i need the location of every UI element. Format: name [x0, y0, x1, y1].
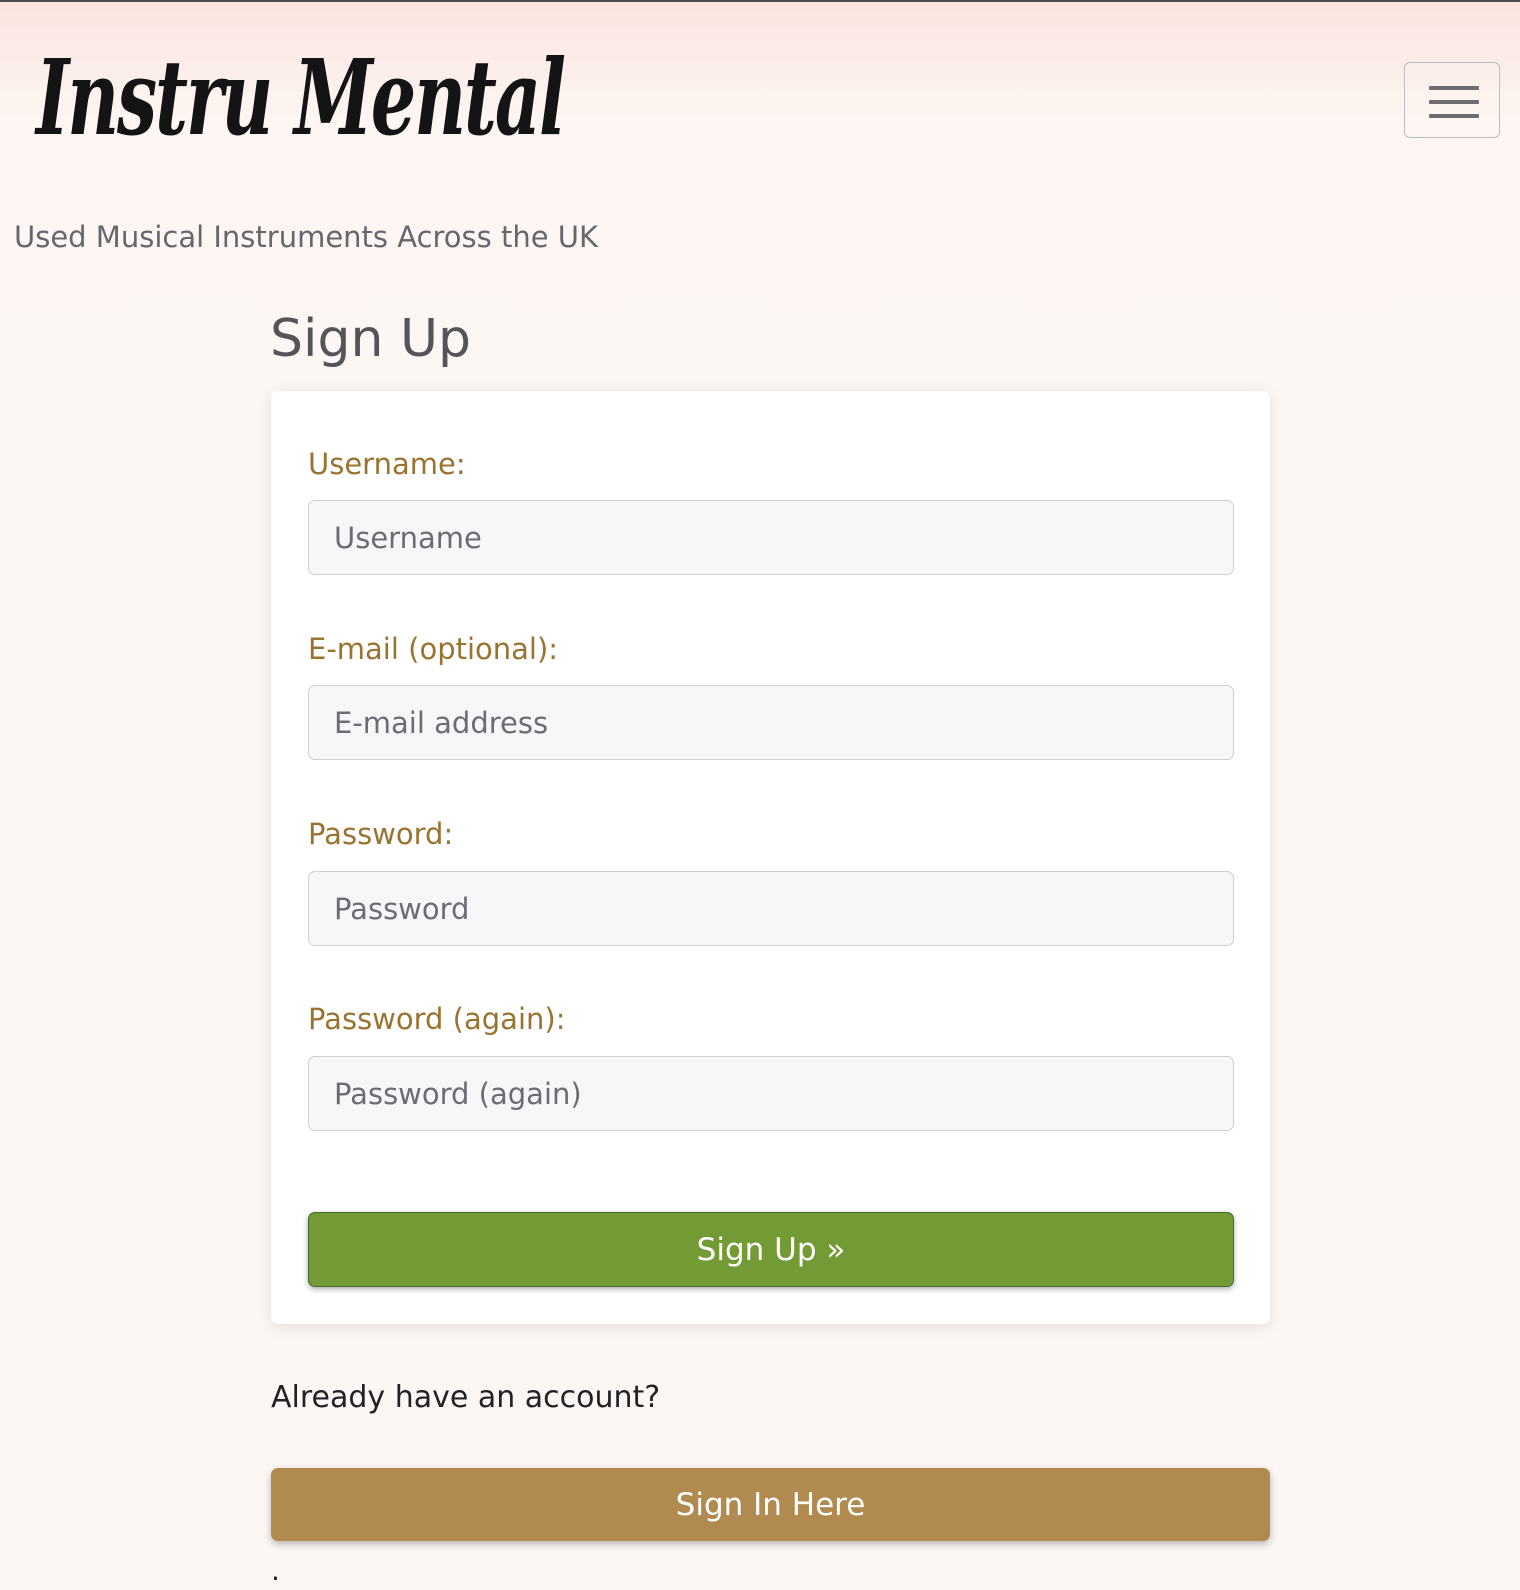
sign-up-button[interactable]: Sign Up » — [308, 1212, 1234, 1287]
sign-in-button[interactable]: Sign In Here — [271, 1468, 1270, 1541]
email-input[interactable] — [308, 685, 1234, 760]
password-label: Password: — [308, 817, 454, 851]
site-logo[interactable]: Instru Mental — [32, 28, 572, 158]
signup-form-card: Username: E-mail (optional): Password: P… — [271, 391, 1270, 1324]
username-label: Username: — [308, 447, 466, 481]
password-again-input[interactable] — [308, 1056, 1234, 1131]
footer-text: . — [271, 1554, 280, 1587]
signin-prompt: Already have an account? — [271, 1380, 661, 1415]
site-tagline: Used Musical Instruments Across the UK — [14, 220, 599, 254]
email-label: E-mail (optional): — [308, 632, 559, 666]
username-input[interactable] — [308, 500, 1234, 575]
logo-text: Instru Mental — [34, 36, 564, 158]
password-input[interactable] — [308, 871, 1234, 946]
password-again-label: Password (again): — [308, 1002, 566, 1036]
site-logo-graphic: Instru Mental — [34, 36, 567, 158]
menu-toggle-button[interactable] — [1404, 62, 1500, 138]
page-title: Sign Up — [270, 309, 472, 369]
